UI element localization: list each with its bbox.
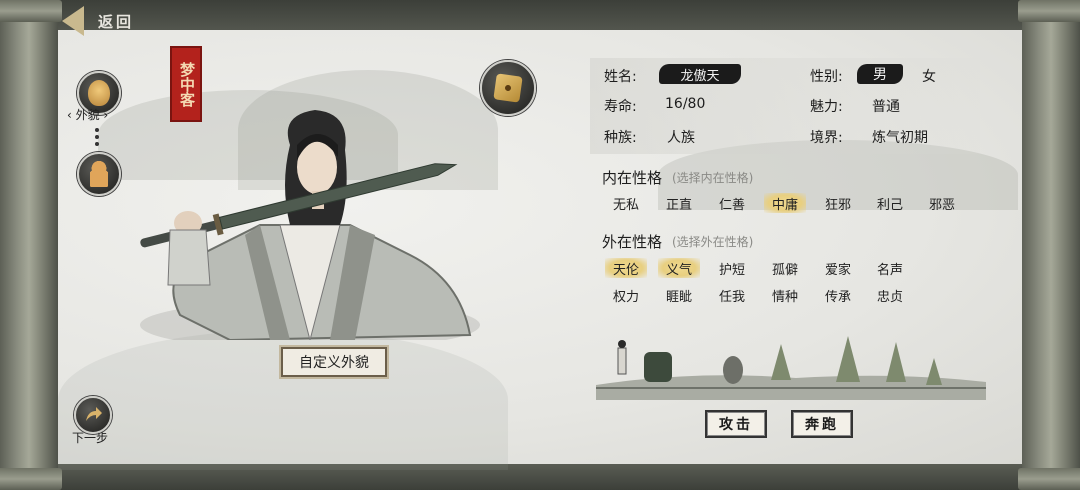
back-label: 返回 bbox=[98, 12, 135, 31]
outer-trait-option[interactable]: 爱家 bbox=[817, 258, 859, 278]
outer-trait-option[interactable]: 睚眦 bbox=[658, 285, 700, 305]
charm-label: 魅力: bbox=[810, 99, 843, 115]
inner-trait-option[interactable]: 利己 bbox=[869, 193, 911, 213]
inner-trait-option[interactable]: 狂邪 bbox=[817, 193, 859, 213]
gender-female-option[interactable]: 女 bbox=[922, 66, 936, 86]
inner-trait-option[interactable]: 无私 bbox=[605, 193, 647, 213]
outer-trait-option[interactable]: 名声 bbox=[869, 258, 911, 278]
lifespan-value: 16/80 bbox=[665, 96, 706, 112]
attack-button[interactable]: 攻击 bbox=[705, 410, 767, 438]
race-label: 种族: bbox=[604, 130, 637, 146]
outer-trait-option-selected[interactable]: 义气 bbox=[658, 258, 700, 278]
appearance-label: ‹ 外貌 › bbox=[67, 108, 109, 122]
gender-label: 性别: bbox=[810, 69, 843, 85]
back-button[interactable]: 返回 bbox=[62, 6, 134, 36]
realm-label: 境界: bbox=[810, 130, 843, 146]
name-input[interactable]: 龙傲天 bbox=[659, 64, 741, 84]
inner-trait-option-selected[interactable]: 中庸 bbox=[764, 193, 806, 213]
outer-trait-option[interactable]: 任我 bbox=[711, 285, 753, 305]
outer-personality-hint: (选择外在性格) bbox=[672, 235, 754, 249]
inner-personality-title: 内在性格 bbox=[602, 169, 663, 187]
outer-trait-option[interactable]: 忠贞 bbox=[869, 285, 911, 305]
outer-personality-title: 外在性格 bbox=[602, 233, 663, 251]
name-label: 姓名: bbox=[604, 69, 637, 85]
scroll-rod-left bbox=[0, 0, 62, 490]
inner-trait-option[interactable]: 仁善 bbox=[711, 193, 753, 213]
realm-value: 炼气初期 bbox=[872, 130, 928, 146]
custom-appearance-button[interactable]: 自定义外貌 bbox=[281, 347, 387, 377]
randomize-button[interactable] bbox=[480, 60, 536, 116]
next-arrow-icon bbox=[86, 407, 102, 421]
outer-trait-option[interactable]: 传承 bbox=[817, 285, 859, 305]
more-dots-icon bbox=[95, 128, 99, 149]
scroll-rod-right bbox=[1018, 0, 1080, 490]
race-value: 人族 bbox=[667, 130, 695, 146]
back-arrow-icon bbox=[62, 6, 84, 36]
landscape-illustration bbox=[596, 336, 986, 400]
dice-icon bbox=[493, 73, 523, 103]
outer-trait-option[interactable]: 护短 bbox=[711, 258, 753, 278]
companion-button[interactable] bbox=[77, 152, 121, 196]
gourd-icon bbox=[90, 161, 108, 187]
gender-male-option[interactable]: 男 bbox=[857, 64, 903, 84]
inner-trait-option[interactable]: 邪恶 bbox=[921, 193, 963, 213]
next-label: 下一步 bbox=[72, 431, 109, 445]
top-bar bbox=[58, 0, 1022, 32]
outer-trait-option-selected[interactable]: 天伦 bbox=[605, 258, 647, 278]
inner-trait-option[interactable]: 正直 bbox=[658, 193, 700, 213]
flee-button[interactable]: 奔跑 bbox=[791, 410, 853, 438]
character-portrait bbox=[140, 110, 480, 340]
outer-trait-option[interactable]: 孤僻 bbox=[764, 258, 806, 278]
outer-trait-option[interactable]: 权力 bbox=[605, 285, 647, 305]
outer-trait-option[interactable]: 情种 bbox=[764, 285, 806, 305]
charm-value: 普通 bbox=[872, 99, 900, 115]
game-screen: 返回 ‹ 外貌 › 梦中客 自定义外貌 下一步 姓名: 龙傲天 性别: 男 女 … bbox=[0, 0, 1080, 490]
lifespan-label: 寿命: bbox=[604, 99, 637, 115]
inner-personality-hint: (选择内在性格) bbox=[672, 171, 754, 185]
face-icon bbox=[88, 80, 110, 106]
